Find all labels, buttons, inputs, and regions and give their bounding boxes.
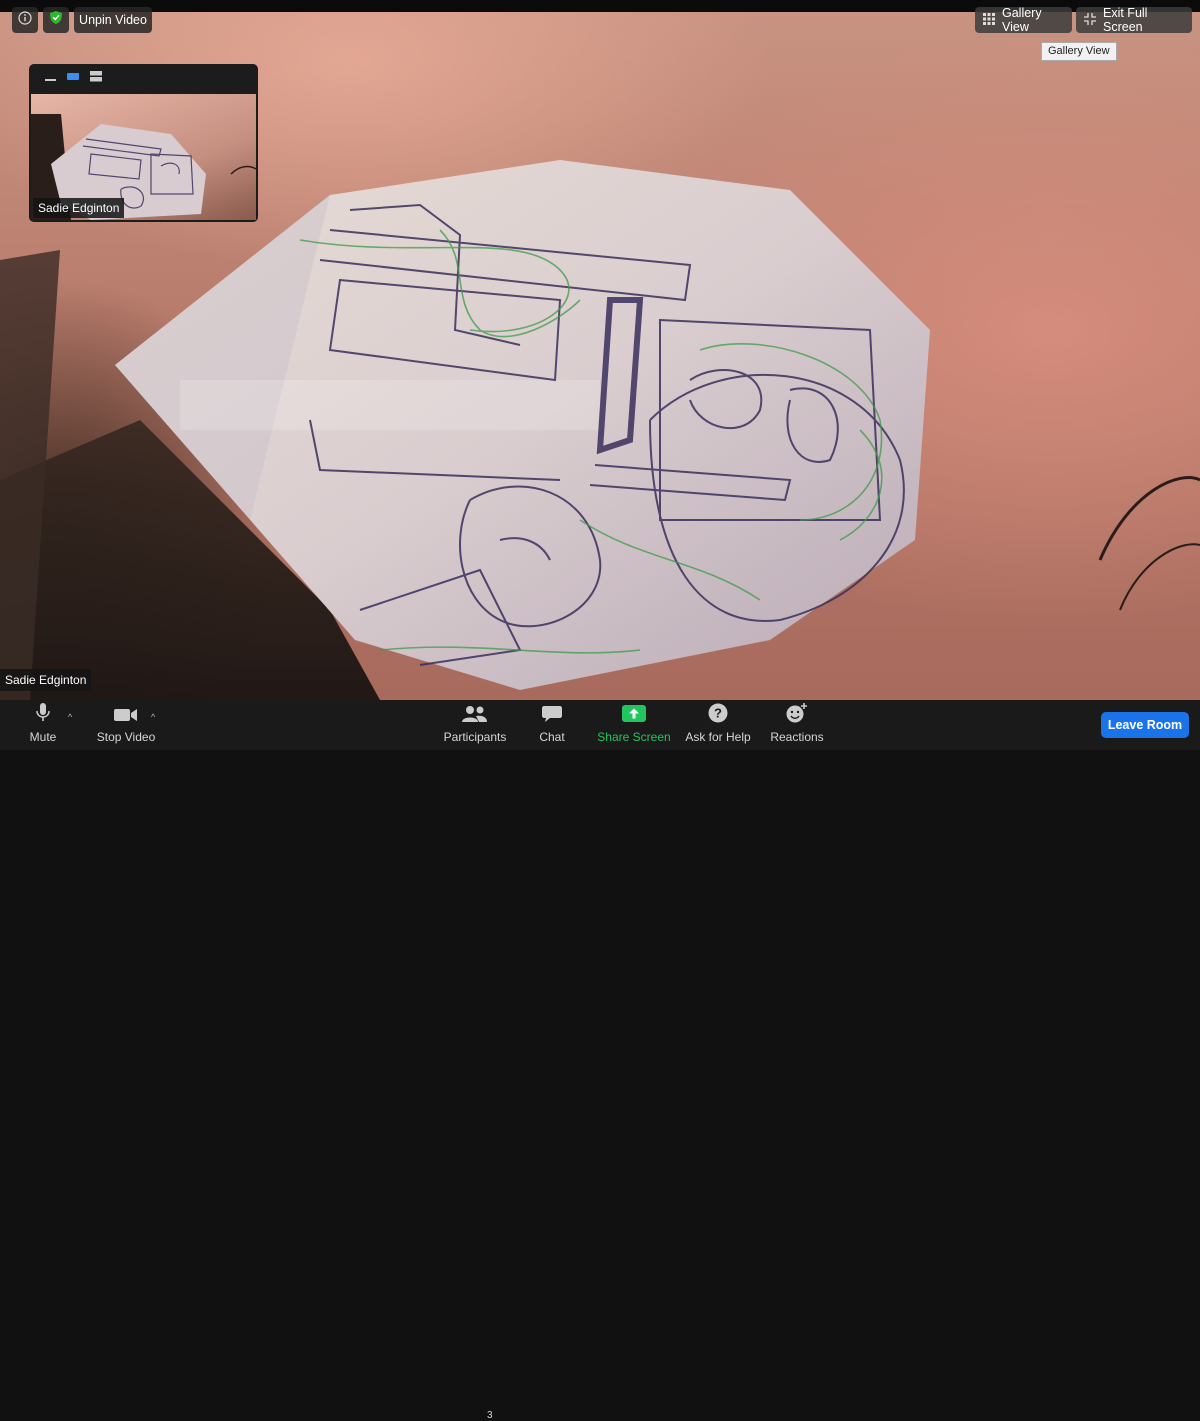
- gallery-view-button[interactable]: Gallery View: [975, 6, 1072, 34]
- chat-bubble-icon: [542, 705, 562, 730]
- info-icon: [18, 10, 32, 30]
- chat-label: Chat: [539, 730, 565, 744]
- smiley-icon: [786, 703, 808, 730]
- microphone-icon: [36, 703, 50, 730]
- stop-video-label: Stop Video: [96, 730, 156, 744]
- leave-room-button[interactable]: Leave Room: [1101, 712, 1189, 738]
- video-options-caret-icon[interactable]: ^: [151, 712, 155, 722]
- ask-for-help-button[interactable]: ? Ask for Help: [683, 700, 753, 750]
- meeting-toolbar: Mute ^ Stop Video ^ Participants 3 Chat …: [0, 700, 1200, 1421]
- thumbnail-video: Sadie Edginton: [31, 94, 256, 220]
- minimize-thumbnail-icon[interactable]: [45, 69, 57, 87]
- people-icon: [462, 705, 488, 730]
- ask-for-help-label: Ask for Help: [685, 730, 751, 744]
- question-icon: ?: [708, 703, 728, 730]
- share-screen-icon: [622, 705, 646, 730]
- mute-label: Mute: [29, 730, 57, 744]
- reactions-label: Reactions: [770, 730, 824, 744]
- exit-full-screen-button[interactable]: Exit Full Screen: [1076, 6, 1192, 34]
- meeting-info-button[interactable]: [12, 7, 38, 33]
- mute-button[interactable]: Mute: [22, 700, 64, 750]
- participants-count: 3: [487, 1410, 493, 1421]
- floating-thumbnail-window[interactable]: Sadie Edginton: [29, 64, 258, 222]
- gallery-view-tooltip: Gallery View: [1041, 42, 1117, 61]
- stacked-videos-icon[interactable]: [90, 69, 103, 87]
- exit-full-screen-label: Exit Full Screen: [1103, 6, 1148, 34]
- thumbnail-toolbar: [29, 64, 258, 92]
- thumbnail-participant-name: Sadie Edginton: [33, 198, 125, 218]
- unpin-video-button[interactable]: Unpin Video: [74, 7, 152, 33]
- security-shield-button[interactable]: [43, 7, 69, 33]
- gallery-view-label: Gallery View: [1002, 6, 1042, 34]
- share-screen-button[interactable]: Share Screen: [596, 700, 672, 750]
- exit-fullscreen-icon: [1084, 12, 1096, 28]
- svg-text:?: ?: [714, 706, 722, 721]
- grid-icon: [983, 12, 995, 28]
- reactions-button[interactable]: Reactions: [767, 700, 827, 750]
- participants-label: Participants: [443, 730, 507, 744]
- main-participant-name: Sadie Edginton: [0, 669, 92, 691]
- single-video-icon[interactable]: [67, 69, 80, 87]
- stop-video-button[interactable]: Stop Video: [94, 700, 158, 750]
- shield-icon: [49, 10, 63, 30]
- chat-button[interactable]: Chat: [532, 700, 572, 750]
- share-screen-label: Share Screen: [597, 730, 671, 744]
- video-camera-icon: [114, 707, 138, 730]
- audio-options-caret-icon[interactable]: ^: [68, 712, 72, 722]
- participants-button[interactable]: Participants: [440, 700, 510, 750]
